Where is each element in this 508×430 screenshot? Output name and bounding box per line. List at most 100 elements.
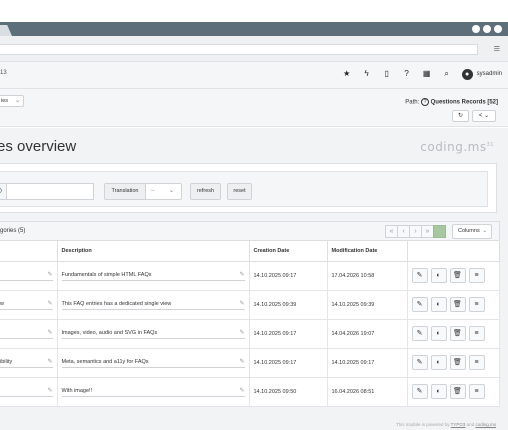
modification-date-cell: 14.10.2025 09:39 bbox=[326, 289, 408, 320]
toggle-visibility-icon[interactable]: ◐ bbox=[430, 355, 447, 370]
star-icon[interactable]: ★ bbox=[342, 68, 352, 80]
pencil-icon[interactable]: ✎ bbox=[47, 328, 52, 338]
columns-button[interactable]: Columns ⌄ bbox=[452, 224, 492, 239]
url-input[interactable] bbox=[0, 44, 478, 55]
description-text: Meta, semantics and a11y for FAQs bbox=[61, 359, 149, 365]
window-dot-icon[interactable] bbox=[483, 25, 491, 33]
window-dot-icon[interactable] bbox=[472, 25, 480, 33]
window-dot-icon[interactable] bbox=[494, 25, 502, 33]
grid-icon[interactable]: ▦ bbox=[422, 68, 432, 80]
avatar[interactable]: ● bbox=[461, 68, 473, 80]
edit-icon[interactable]: ✎ bbox=[411, 297, 428, 312]
pencil-icon[interactable]: ✎ bbox=[239, 386, 244, 396]
creation-date-cell: 14.10.2025 09:17 bbox=[248, 347, 328, 378]
name-text: ibility bbox=[0, 359, 13, 365]
table-row: ✎ Fundamentals of simple HTML FAQs ✎ 14.1… bbox=[0, 260, 500, 291]
name-edit-field[interactable]: ✎ bbox=[0, 386, 53, 397]
edit-icon[interactable]: ✎ bbox=[411, 355, 428, 370]
trash-icon[interactable]: 🗑 bbox=[449, 268, 466, 283]
trash-icon[interactable]: 🗑 bbox=[449, 297, 466, 312]
toggle-visibility-icon[interactable]: ◐ bbox=[430, 268, 447, 283]
column-header-actions bbox=[406, 241, 500, 262]
name-edit-field[interactable]: ibility ✎ bbox=[0, 357, 53, 368]
document-icon[interactable]: ▯ bbox=[382, 68, 392, 80]
pencil-icon[interactable]: ✎ bbox=[47, 299, 52, 309]
coding-ms-link[interactable]: coding.ms bbox=[475, 422, 496, 427]
column-header-creation-date[interactable]: Creation Date bbox=[248, 241, 328, 262]
view-select[interactable]: ies ⌄ bbox=[0, 95, 24, 107]
description-edit-field[interactable]: Images, video, audio and SVG in FAQs ✎ bbox=[61, 328, 245, 339]
pencil-icon[interactable]: ✎ bbox=[239, 270, 244, 280]
pencil-icon[interactable]: ✎ bbox=[47, 386, 52, 396]
translation-label: Translation bbox=[105, 184, 146, 199]
pencil-icon[interactable]: ✎ bbox=[47, 357, 52, 367]
modification-date-cell: 17.04.2026 10:58 bbox=[326, 260, 408, 291]
list-caption: gories (5) bbox=[0, 228, 26, 234]
description-edit-field[interactable]: This FAQ entries has a dedicated single … bbox=[61, 299, 245, 310]
share-button[interactable]: < ⌄ bbox=[472, 110, 496, 122]
drag-handle-icon[interactable]: ≡ bbox=[468, 326, 485, 341]
drag-handle-icon[interactable]: ≡ bbox=[468, 384, 485, 399]
description-cell: Meta, semantics and a11y for FAQs ✎ bbox=[56, 347, 250, 378]
pencil-icon[interactable]: ✎ bbox=[239, 299, 244, 309]
chevron-down-icon: ⌄ bbox=[14, 98, 20, 104]
module-toolbar: 13 ★ ϟ ▯ ? ▦ ⌕ ● sysadmin bbox=[0, 62, 508, 89]
csv-export-button[interactable] bbox=[433, 225, 446, 238]
table-row: ibility ✎ Meta, semantics and a11y for FA… bbox=[0, 347, 500, 378]
column-header-modification-date[interactable]: Modification Date bbox=[326, 241, 408, 262]
help-icon[interactable]: ? bbox=[402, 68, 412, 80]
refresh-button[interactable]: refresh bbox=[190, 183, 221, 200]
name-edit-field[interactable]: ✎ bbox=[0, 328, 53, 339]
description-edit-field[interactable]: Meta, semantics and a11y for FAQs ✎ bbox=[61, 357, 245, 368]
actions-cell: ✎ ◐ 🗑 ≡ bbox=[406, 289, 500, 320]
pencil-icon[interactable]: ✎ bbox=[239, 357, 244, 367]
description-edit-field[interactable]: With image!! ✎ bbox=[61, 386, 245, 397]
description-cell: This FAQ entries has a dedicated single … bbox=[56, 289, 250, 320]
username[interactable]: sysadmin bbox=[477, 71, 502, 77]
description-text: This FAQ entries has a dedicated single … bbox=[61, 301, 172, 307]
window-controls bbox=[472, 25, 502, 33]
description-edit-field[interactable]: Fundamentals of simple HTML FAQs ✎ bbox=[61, 270, 245, 281]
toggle-visibility-icon[interactable]: ◐ bbox=[430, 297, 447, 312]
reset-button[interactable]: reset bbox=[227, 183, 252, 200]
bolt-icon[interactable]: ϟ bbox=[362, 68, 372, 80]
chevron-down-icon: ⌄ bbox=[484, 113, 490, 119]
trash-icon[interactable]: 🗑 bbox=[449, 326, 466, 341]
trash-icon[interactable]: 🗑 bbox=[449, 384, 466, 399]
name-edit-field[interactable]: w ✎ bbox=[0, 299, 53, 310]
edit-icon[interactable]: ✎ bbox=[411, 268, 428, 283]
search-icon[interactable]: ⌕ bbox=[442, 68, 452, 80]
pencil-icon[interactable]: ✎ bbox=[239, 328, 244, 338]
coding-ms-logo: coding.ms31 bbox=[420, 140, 494, 154]
hamburger-icon[interactable]: ≡ bbox=[494, 44, 500, 55]
chevron-down-icon: ⌄ bbox=[482, 228, 487, 234]
toggle-visibility-icon[interactable]: ◐ bbox=[430, 384, 447, 399]
search-input[interactable]: ) bbox=[0, 183, 94, 200]
question-icon: ? bbox=[420, 98, 429, 106]
edit-icon[interactable]: ✎ bbox=[411, 326, 428, 341]
name-edit-field[interactable]: ✎ bbox=[0, 270, 53, 281]
actions-cell: ✎ ◐ 🗑 ≡ bbox=[406, 318, 500, 349]
reload-icon[interactable]: ↻ bbox=[452, 110, 469, 122]
toggle-visibility-icon[interactable]: ◐ bbox=[430, 326, 447, 341]
modification-date-cell: 14.04.2026 19:07 bbox=[326, 318, 408, 349]
column-header-name[interactable] bbox=[0, 241, 58, 262]
page-title: es overview bbox=[0, 138, 77, 155]
address-bar: ≡ bbox=[0, 36, 508, 62]
logo-text: coding.ms bbox=[420, 140, 487, 154]
drag-handle-icon[interactable]: ≡ bbox=[468, 355, 485, 370]
drag-handle-icon[interactable]: ≡ bbox=[468, 268, 485, 283]
translation-select[interactable]: Translation -- ⌄ bbox=[104, 183, 182, 200]
browser-tab[interactable] bbox=[0, 25, 12, 36]
table-header-row: Description Creation Date Modification D… bbox=[0, 241, 500, 262]
trash-icon[interactable]: 🗑 bbox=[449, 355, 466, 370]
actions-cell: ✎ ◐ 🗑 ≡ bbox=[406, 376, 500, 407]
typo3-link[interactable]: TYPO3 bbox=[451, 422, 466, 427]
columns-label: Columns bbox=[458, 228, 480, 234]
drag-handle-icon[interactable]: ≡ bbox=[468, 297, 485, 312]
actions-cell: ✎ ◐ 🗑 ≡ bbox=[406, 347, 500, 378]
pencil-icon[interactable]: ✎ bbox=[47, 270, 52, 280]
column-header-description[interactable]: Description bbox=[56, 241, 250, 262]
edit-icon[interactable]: ✎ bbox=[411, 384, 428, 399]
modification-date-cell: 14.10.2025 09:17 bbox=[326, 347, 408, 378]
